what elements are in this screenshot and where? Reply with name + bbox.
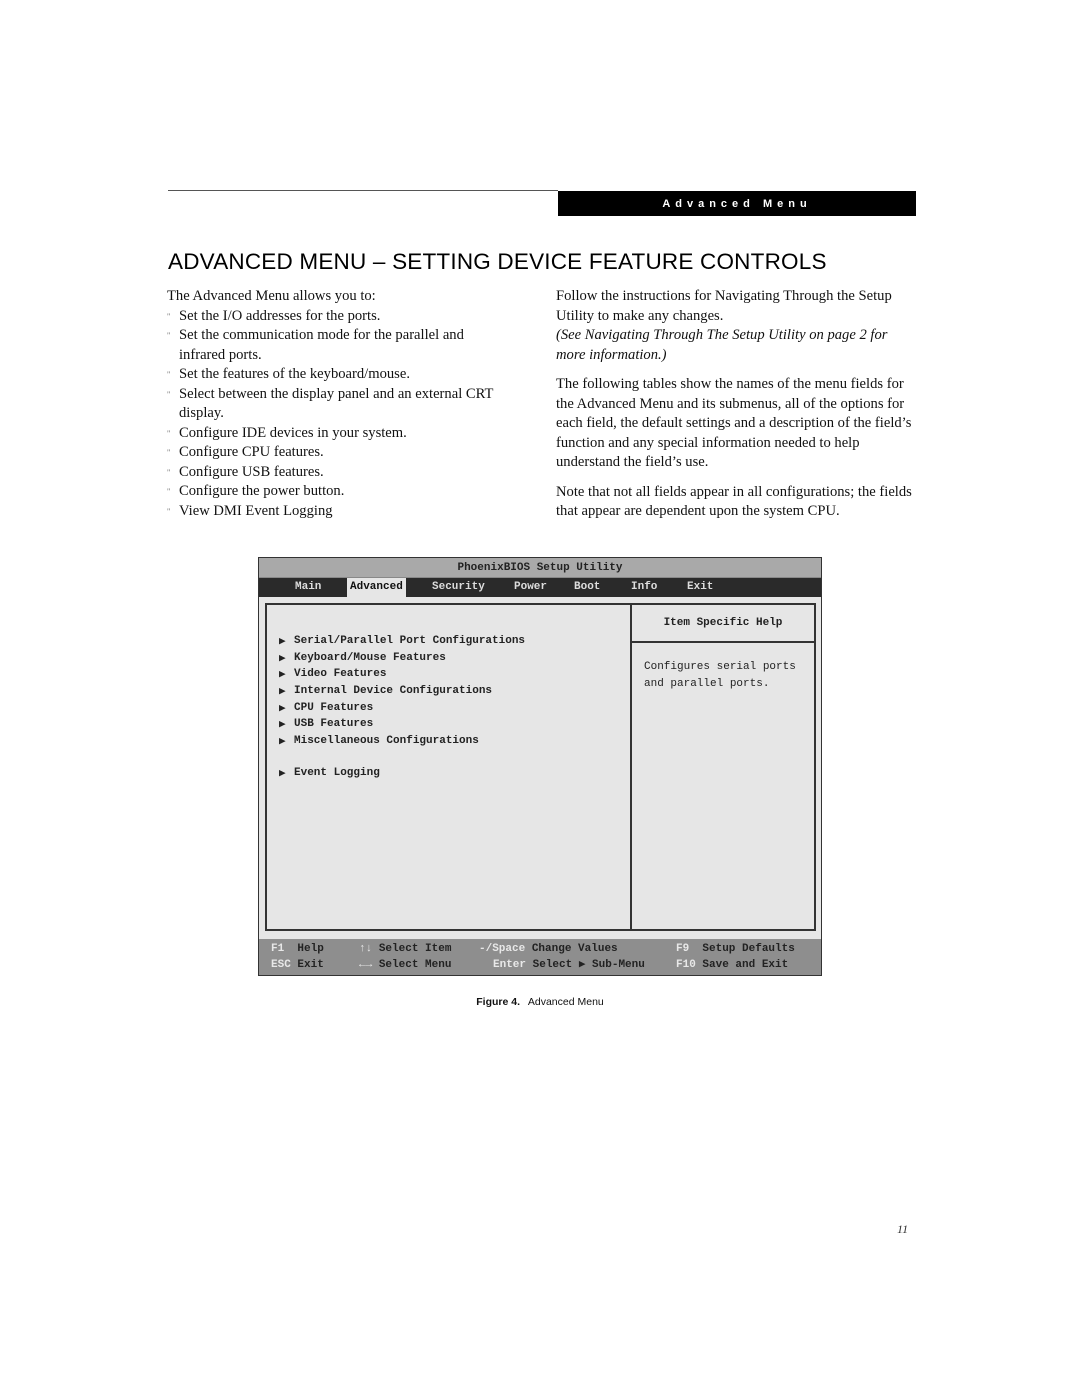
key-hint-exit: ESC Exit xyxy=(271,959,324,971)
list-item: " Configure IDE devices in your system. xyxy=(167,424,512,444)
tables-description: The following tables show the names of t… xyxy=(556,376,912,470)
menu-item-miscellaneous[interactable]: ▶ Miscellaneous Configurations xyxy=(279,733,525,750)
submenu-arrow-icon: ▶ xyxy=(279,652,286,665)
bios-tab-bar: Main Advanced Security Power Boot Info E… xyxy=(259,578,821,597)
figure-label: Figure 4. xyxy=(476,996,521,1008)
bios-menu-list: ▶ Serial/Parallel Port Configurations ▶ Ke… xyxy=(279,633,525,782)
list-item: " View DMI Event Logging xyxy=(167,502,512,522)
menu-item-event-logging[interactable]: ▶ Event Logging xyxy=(279,765,525,782)
list-item: " Configure USB features. xyxy=(167,463,512,483)
tab-boot[interactable]: Boot xyxy=(571,578,603,597)
menu-item-serial-parallel[interactable]: ▶ Serial/Parallel Port Configurations xyxy=(279,633,525,650)
bullet-icon: " xyxy=(167,448,171,457)
left-right-arrows-icon: ←→ xyxy=(359,959,373,971)
key-hint-save-exit: F10 Save and Exit xyxy=(676,959,789,971)
list-item: " Select between the display panel and an… xyxy=(167,385,494,422)
submenu-arrow-icon: ▶ xyxy=(279,686,286,699)
key-hint-help: F1 Help xyxy=(271,943,324,955)
list-item: " Set the features of the keyboard/mouse. xyxy=(167,365,512,385)
panel-divider xyxy=(630,605,632,929)
menu-item-usb[interactable]: ▶ USB Features xyxy=(279,716,525,733)
up-down-arrows-icon: ↑↓ xyxy=(359,943,373,955)
page-title: ADVANCED MENU – SETTING DEVICE FEATURE C… xyxy=(168,249,827,274)
bullet-icon: " xyxy=(167,428,171,438)
key-hint-change-values: -/Space Change Values xyxy=(479,943,618,955)
list-item: " Configure the power button. xyxy=(167,482,512,502)
help-header: Item Specific Help xyxy=(632,605,814,643)
list-item: " Configure CPU features. xyxy=(167,443,512,463)
bios-title: PhoenixBIOS Setup Utility xyxy=(259,558,821,578)
tab-advanced[interactable]: Advanced xyxy=(347,578,406,597)
feature-list: " Set the I/O addresses for the ports. " S… xyxy=(167,307,512,522)
help-text: Configures serial ports and parallel por… xyxy=(644,661,796,690)
section-header-label: Advanced Menu xyxy=(558,191,916,216)
bullet-icon: " xyxy=(167,311,171,321)
configuration-note: Note that not all fields appear in all c… xyxy=(556,483,912,520)
figure-caption: Figure 4. Advanced Menu xyxy=(0,996,1080,1008)
bullet-icon: " xyxy=(167,487,171,496)
submenu-arrow-icon: ▶ xyxy=(279,702,286,715)
figure-title: Advanced Menu xyxy=(527,996,604,1008)
tab-exit[interactable]: Exit xyxy=(684,578,716,597)
submenu-arrow-icon: ▶ xyxy=(279,669,286,682)
submenu-arrow-icon: ▶ xyxy=(279,719,286,732)
submenu-arrow-icon: ▶ xyxy=(279,735,286,748)
header-rule xyxy=(168,190,558,191)
bullet-icon: " xyxy=(167,331,171,340)
left-column: The Advanced Menu allows you to: " Set th… xyxy=(167,287,512,521)
tab-security[interactable]: Security xyxy=(429,578,488,597)
tab-info[interactable]: Info xyxy=(628,578,660,597)
bullet-icon: " xyxy=(167,506,171,516)
key-hint-select-menu: ←→ Select Menu xyxy=(359,959,452,971)
list-item: " Set the communication mode for the para… xyxy=(167,327,464,363)
bios-setup-screenshot: PhoenixBIOS Setup Utility Main Advanced … xyxy=(258,557,822,976)
key-hint-select-submenu: Enter Select ▶ Sub-Menu xyxy=(493,959,645,971)
page-number: 11 xyxy=(897,1222,909,1236)
submenu-arrow-icon: ▶ xyxy=(279,636,286,649)
instructions-paragraph: Follow the instructions for Navigating T… xyxy=(556,288,892,324)
tab-power[interactable]: Power xyxy=(511,578,550,597)
tab-main[interactable]: Main xyxy=(292,578,324,597)
submenu-arrow-icon: ▶ xyxy=(279,768,286,781)
cross-reference-note: (See Navigating Through The Setup Utilit… xyxy=(556,327,888,363)
list-item: " Set the I/O addresses for the ports. xyxy=(167,307,512,327)
bios-key-legend: F1 Help ESC Exit ↑↓ Select Item ←→ Selec… xyxy=(259,939,821,975)
menu-item-cpu[interactable]: ▶ CPU Features xyxy=(279,699,525,716)
intro-text: The Advanced Menu allows you to: xyxy=(167,288,376,304)
key-hint-setup-defaults: F9 Setup Defaults xyxy=(676,943,795,955)
menu-item-video[interactable]: ▶ Video Features xyxy=(279,666,525,683)
bios-main-panel: ▶ Serial/Parallel Port Configurations ▶ Ke… xyxy=(265,603,816,931)
right-column: Follow the instructions for Navigating T… xyxy=(556,287,916,522)
menu-item-keyboard-mouse[interactable]: ▶ Keyboard/Mouse Features xyxy=(279,650,525,667)
bullet-icon: " xyxy=(167,389,171,399)
key-hint-select-item: ↑↓ Select Item xyxy=(359,943,452,955)
menu-item-internal-device[interactable]: ▶ Internal Device Configurations xyxy=(279,683,525,700)
bullet-icon: " xyxy=(167,370,171,379)
bullet-icon: " xyxy=(167,467,171,477)
